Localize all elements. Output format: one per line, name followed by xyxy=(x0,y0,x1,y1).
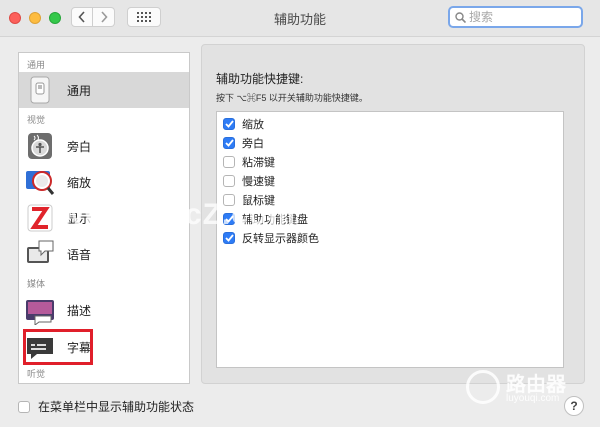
captions-icon xyxy=(25,332,55,362)
help-button[interactable]: ? xyxy=(564,396,584,416)
sidebar-item-label: 字幕 xyxy=(67,340,92,355)
checkmark-icon xyxy=(224,215,234,223)
title-bar: 辅助功能 xyxy=(0,0,600,37)
checkbox[interactable] xyxy=(223,137,235,149)
sidebar-item-zoom[interactable]: 缩放 xyxy=(19,164,189,200)
section-header-hearing: 听觉 xyxy=(27,369,46,379)
search-field[interactable] xyxy=(448,6,583,28)
sidebar-item-general[interactable]: 通用 xyxy=(19,72,189,108)
sidebar-item-display[interactable]: 显示 xyxy=(19,200,189,236)
checkbox[interactable] xyxy=(223,194,235,206)
sidebar-item-label: 显示 xyxy=(67,211,92,226)
sidebar-item-voiceover[interactable]: 旁白 xyxy=(19,128,189,164)
checkbox[interactable] xyxy=(223,175,235,187)
section-header-general: 通用 xyxy=(27,60,46,70)
option-label: 缩放 xyxy=(242,119,264,131)
checkbox[interactable] xyxy=(223,156,235,168)
zoom-window-button[interactable] xyxy=(49,12,61,24)
menubar-status-label: 在菜单栏中显示辅助功能状态 xyxy=(38,400,195,414)
menubar-status-option[interactable]: 在菜单栏中显示辅助功能状态 xyxy=(18,398,194,415)
sidebar-item-label: 缩放 xyxy=(67,175,92,190)
option-row[interactable]: 辅助功能键盘 xyxy=(223,210,308,228)
option-row[interactable]: 缩放 xyxy=(223,115,264,133)
sidebar-item-label: 描述 xyxy=(67,303,92,318)
search-icon xyxy=(455,11,466,23)
option-label: 旁白 xyxy=(242,138,264,150)
checkmark-icon xyxy=(224,120,234,128)
grid-icon xyxy=(137,12,151,22)
sidebar-item-captions[interactable]: 字幕 xyxy=(19,329,189,365)
option-row[interactable]: 慢速键 xyxy=(223,172,275,190)
section-header-media: 媒体 xyxy=(27,279,46,289)
option-label: 粘滞键 xyxy=(242,157,275,169)
general-icon xyxy=(25,75,55,105)
chevron-right-icon xyxy=(100,11,108,23)
sidebar-item-label: 旁白 xyxy=(67,139,92,154)
section-header-vision: 视觉 xyxy=(27,115,46,125)
sidebar-item-speech[interactable]: 语音 xyxy=(19,236,189,272)
option-row[interactable]: 粘滞键 xyxy=(223,153,275,171)
option-label: 鼠标键 xyxy=(242,195,275,207)
sidebar-item-label: 语音 xyxy=(67,247,92,262)
option-row[interactable]: 反转显示器颜色 xyxy=(223,229,319,247)
close-window-button[interactable] xyxy=(9,12,21,24)
sidebar-item-descriptions[interactable]: 描述 xyxy=(19,292,189,328)
preferences-window: 辅助功能 通用 通用 视觉 旁白 缩放 xyxy=(0,0,600,427)
option-label: 辅助功能键盘 xyxy=(242,214,308,226)
brand-watermark-en: luyouqi.com xyxy=(506,393,560,404)
minimize-window-button[interactable] xyxy=(29,12,41,24)
sidebar[interactable]: 通用 通用 视觉 旁白 缩放 显示 语音 媒体 描述 字幕 听觉 xyxy=(18,52,190,384)
menubar-status-checkbox[interactable] xyxy=(18,400,30,413)
checkbox[interactable] xyxy=(223,118,235,130)
option-label: 慢速键 xyxy=(242,176,275,188)
display-icon xyxy=(25,203,55,233)
speech-icon xyxy=(25,239,55,269)
show-all-button[interactable] xyxy=(127,7,161,27)
checkbox[interactable] xyxy=(223,213,235,225)
back-button[interactable] xyxy=(71,7,93,27)
shortcut-hint: 按下 ⌥⌘F5 以开关辅助功能快捷键。 xyxy=(216,93,368,103)
checkbox[interactable] xyxy=(223,232,235,244)
option-row[interactable]: 鼠标键 xyxy=(223,191,275,209)
search-input[interactable] xyxy=(469,10,569,24)
chevron-left-icon xyxy=(78,11,85,23)
option-row[interactable]: 旁白 xyxy=(223,134,264,152)
checkmark-icon xyxy=(224,139,234,147)
option-label: 反转显示器颜色 xyxy=(242,233,319,245)
voiceover-icon xyxy=(25,131,55,161)
zoom-icon xyxy=(25,167,55,197)
checkmark-icon xyxy=(224,234,234,242)
forward-button[interactable] xyxy=(93,7,115,27)
shortcut-options-list[interactable]: 缩放 旁白 粘滞键 慢速键 鼠标键 辅助功能键盘 反转显示器颜色 xyxy=(216,111,564,368)
descriptions-icon xyxy=(25,295,55,325)
sidebar-item-label: 通用 xyxy=(67,83,92,98)
shortcut-title: 辅助功能快捷键: xyxy=(216,72,304,86)
